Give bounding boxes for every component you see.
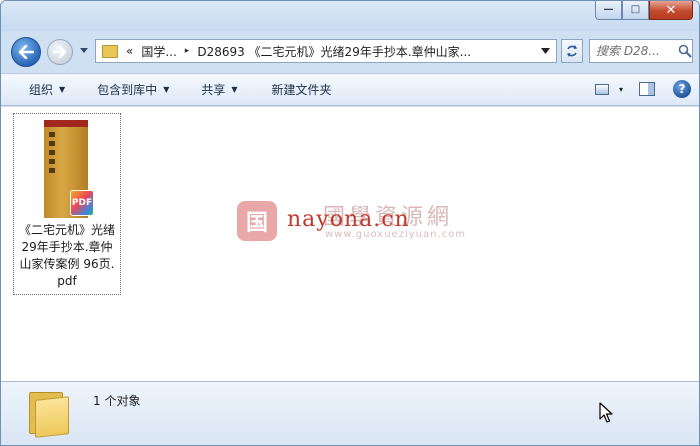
folder-front <box>35 396 69 438</box>
file-name-line: 29年手抄本.章仲 <box>21 240 113 254</box>
search-input[interactable] <box>596 44 678 58</box>
file-name-line: 山家传案例 96页. <box>19 257 115 271</box>
file-name-line: 《二宅元机》光绪 <box>18 223 115 237</box>
search-icon[interactable] <box>678 44 692 58</box>
breadcrumb-overflow[interactable]: « <box>126 44 133 58</box>
folder-icon <box>29 388 71 438</box>
chevron-down-icon: ▼ <box>163 85 170 94</box>
refresh-icon <box>567 45 577 57</box>
maximize-icon: □ <box>630 4 641 15</box>
back-button[interactable] <box>11 37 41 67</box>
minimize-icon: — <box>603 4 614 15</box>
thumbnail-script <box>49 132 55 176</box>
breadcrumb: « 国学... ▸ D28693 《二宅元机》光绪29年手抄本.章仲山家... <box>118 43 471 60</box>
folder-icon <box>102 44 118 58</box>
file-list-area[interactable]: PDF 《二宅元机》光绪 29年手抄本.章仲 山家传案例 96页. pdf 国 … <box>1 107 699 381</box>
file-name: 《二宅元机》光绪 29年手抄本.章仲 山家传案例 96页. pdf <box>14 222 120 290</box>
change-view-button[interactable]: ▾ <box>594 83 623 95</box>
address-dropdown-icon[interactable] <box>541 48 550 55</box>
watermark: 国 國學資源網 nayona.cn www.guoxueziyuan.com <box>237 199 497 247</box>
command-bar-right: ▾ ? <box>594 80 691 98</box>
view-icon <box>594 83 609 95</box>
chevron-down-icon[interactable]: ▾ <box>619 85 623 94</box>
details-pane: 1 个对象 <box>1 381 699 445</box>
watermark-logo-icon: 国 <box>237 201 277 241</box>
organize-menu[interactable]: 组织 ▼ <box>29 81 65 98</box>
new-folder-button[interactable]: 新建文件夹 <box>272 81 332 98</box>
file-item[interactable]: PDF 《二宅元机》光绪 29年手抄本.章仲 山家传案例 96页. pdf <box>13 113 121 295</box>
organize-label: 组织 <box>29 83 54 97</box>
include-in-library-label: 包含到库中 <box>97 83 158 97</box>
close-icon: ✕ <box>665 2 677 18</box>
share-label: 共享 <box>201 83 226 97</box>
minimize-button[interactable]: — <box>595 1 622 20</box>
forward-button[interactable] <box>47 39 73 65</box>
breadcrumb-separator-icon[interactable]: ▸ <box>185 46 190 56</box>
file-name-line: pdf <box>57 274 77 288</box>
chevron-down-icon: ▼ <box>231 85 238 94</box>
pdf-icon: PDF <box>70 190 94 216</box>
thumbnail-band <box>44 120 88 127</box>
caption-buttons: — □ ✕ <box>595 1 693 20</box>
refresh-button[interactable] <box>561 39 583 63</box>
breadcrumb-current[interactable]: D28693 《二宅元机》光绪29年手抄本.章仲山家... <box>197 43 471 60</box>
help-icon[interactable]: ? <box>673 80 691 98</box>
recent-pages-dropdown-icon[interactable] <box>79 47 89 55</box>
preview-pane-icon[interactable] <box>639 82 655 96</box>
share-menu[interactable]: 共享 ▼ <box>201 81 237 98</box>
arrow-right-icon <box>53 46 67 58</box>
close-button[interactable]: ✕ <box>649 1 693 20</box>
watermark-url-text: www.guoxueziyuan.com <box>325 229 466 240</box>
include-in-library-menu[interactable]: 包含到库中 ▼ <box>97 81 169 98</box>
title-bar[interactable]: — □ ✕ <box>1 1 699 31</box>
new-folder-label: 新建文件夹 <box>271 83 332 97</box>
arrow-left-icon <box>18 45 34 59</box>
item-count: 1 个对象 <box>93 394 141 408</box>
breadcrumb-parent[interactable]: 国学... <box>141 43 176 60</box>
chevron-down-icon: ▼ <box>59 85 66 94</box>
explorer-window: — □ ✕ « 国学... ▸ D28693 《二宅元机》光绪29年手抄本.章仲… <box>0 0 700 446</box>
command-bar: 组织 ▼ 包含到库中 ▼ 共享 ▼ 新建文件夹 ▾ ? <box>1 73 699 106</box>
mouse-cursor-icon <box>599 402 613 423</box>
maximize-button[interactable]: □ <box>622 1 649 20</box>
address-bar[interactable]: « 国学... ▸ D28693 《二宅元机》光绪29年手抄本.章仲山家... <box>95 39 557 63</box>
search-box[interactable] <box>589 39 693 63</box>
navigation-row: « 国学... ▸ D28693 《二宅元机》光绪29年手抄本.章仲山家... <box>1 31 699 71</box>
